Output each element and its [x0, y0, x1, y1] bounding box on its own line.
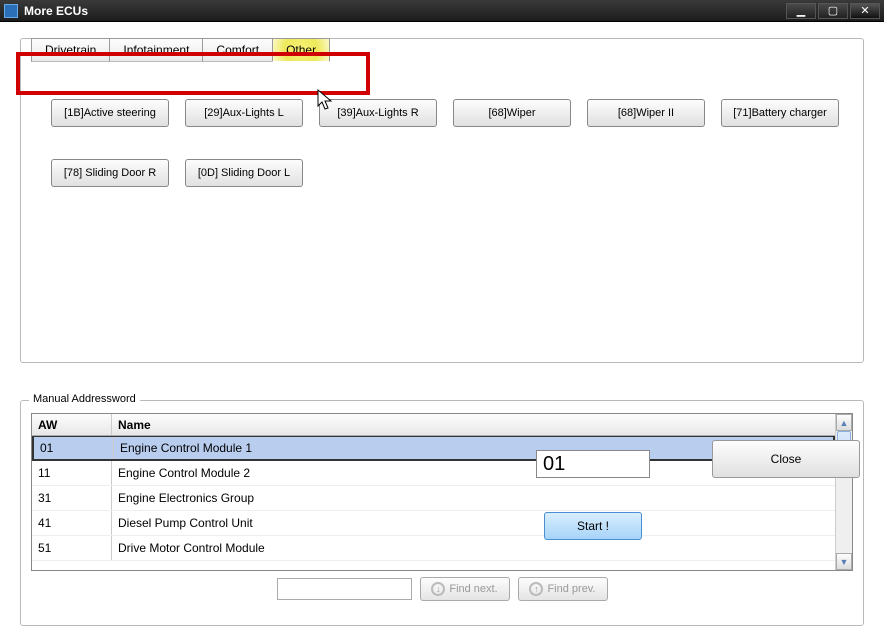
titlebar: More ECUs ▁ ▢ ✕ — [0, 0, 884, 22]
find-bar: ↓ Find next. ↑ Find prev. — [31, 577, 853, 601]
minimize-button[interactable]: ▁ — [786, 3, 816, 19]
col-header-aw[interactable]: AW — [32, 414, 112, 435]
window-controls: ▁ ▢ ✕ — [786, 3, 880, 19]
cell-name: Diesel Pump Control Unit — [112, 516, 835, 530]
tab-other[interactable]: Other — [272, 38, 330, 62]
ecu-row-2: [78] Sliding Door R [0D] Sliding Door L — [51, 159, 851, 187]
manual-legend: Manual Addressword — [29, 393, 140, 405]
ecu-sliding-door-l[interactable]: [0D] Sliding Door L — [185, 159, 303, 187]
ecu-aux-lights-r[interactable]: [39]Aux-Lights R — [319, 99, 437, 127]
find-next-button[interactable]: ↓ Find next. — [420, 577, 510, 601]
table-row[interactable]: 31 Engine Electronics Group — [32, 486, 835, 511]
cell-aw: 01 — [34, 437, 114, 459]
ecu-group: Drivetrain Infotainment Comfort Other [1… — [20, 38, 864, 363]
scroll-down-icon[interactable]: ▼ — [836, 553, 852, 570]
table-header: AW Name — [32, 414, 852, 436]
app-window: More ECUs ▁ ▢ ✕ Drivetrain Infotainment … — [0, 0, 884, 638]
close-button[interactable]: Close — [712, 440, 860, 478]
arrow-down-icon: ↓ — [431, 582, 445, 596]
cell-aw: 51 — [32, 536, 112, 560]
vertical-scrollbar[interactable]: ▲ ▼ — [835, 414, 852, 570]
cell-aw: 31 — [32, 486, 112, 510]
find-prev-button[interactable]: ↑ Find prev. — [518, 577, 608, 601]
ecu-sliding-door-r[interactable]: [78] Sliding Door R — [51, 159, 169, 187]
find-next-label: Find next. — [449, 583, 497, 595]
cell-name: Engine Electronics Group — [112, 491, 835, 505]
manual-addressword-group: Manual Addressword AW Name 01 Engine Con… — [20, 400, 864, 626]
find-prev-label: Find prev. — [547, 583, 595, 595]
tab-drivetrain[interactable]: Drivetrain — [31, 38, 110, 62]
address-input[interactable] — [536, 450, 650, 478]
window-title: More ECUs — [24, 4, 786, 18]
scroll-up-icon[interactable]: ▲ — [836, 414, 852, 431]
find-input[interactable] — [277, 578, 412, 600]
ecu-aux-lights-l[interactable]: [29]Aux-Lights L — [185, 99, 303, 127]
tab-infotainment[interactable]: Infotainment — [109, 38, 203, 62]
table-row[interactable]: 51 Drive Motor Control Module — [32, 536, 835, 561]
address-table: AW Name 01 Engine Control Module 1 11 En… — [31, 413, 853, 571]
tab-comfort[interactable]: Comfort — [202, 38, 273, 62]
tab-strip: Drivetrain Infotainment Comfort Other — [31, 38, 329, 62]
maximize-button[interactable]: ▢ — [818, 3, 848, 19]
ecu-row-1: [1B]Active steering [29]Aux-Lights L [39… — [51, 99, 851, 127]
ecu-battery-charger[interactable]: [71]Battery charger — [721, 99, 839, 127]
cell-name: Drive Motor Control Module — [112, 541, 835, 555]
cell-aw: 41 — [32, 511, 112, 535]
ecu-active-steering[interactable]: [1B]Active steering — [51, 99, 169, 127]
lower-area: Manual Addressword AW Name 01 Engine Con… — [20, 400, 864, 626]
start-button[interactable]: Start ! — [544, 512, 642, 540]
close-window-button[interactable]: ✕ — [850, 3, 880, 19]
col-header-name[interactable]: Name — [112, 418, 852, 432]
content-area: Drivetrain Infotainment Comfort Other [1… — [0, 22, 884, 638]
cell-aw: 11 — [32, 461, 112, 485]
ecu-wiper[interactable]: [68]Wiper — [453, 99, 571, 127]
app-icon — [4, 4, 18, 18]
table-row[interactable]: 41 Diesel Pump Control Unit — [32, 511, 835, 536]
arrow-up-icon: ↑ — [529, 582, 543, 596]
ecu-wiper-ii[interactable]: [68]Wiper II — [587, 99, 705, 127]
